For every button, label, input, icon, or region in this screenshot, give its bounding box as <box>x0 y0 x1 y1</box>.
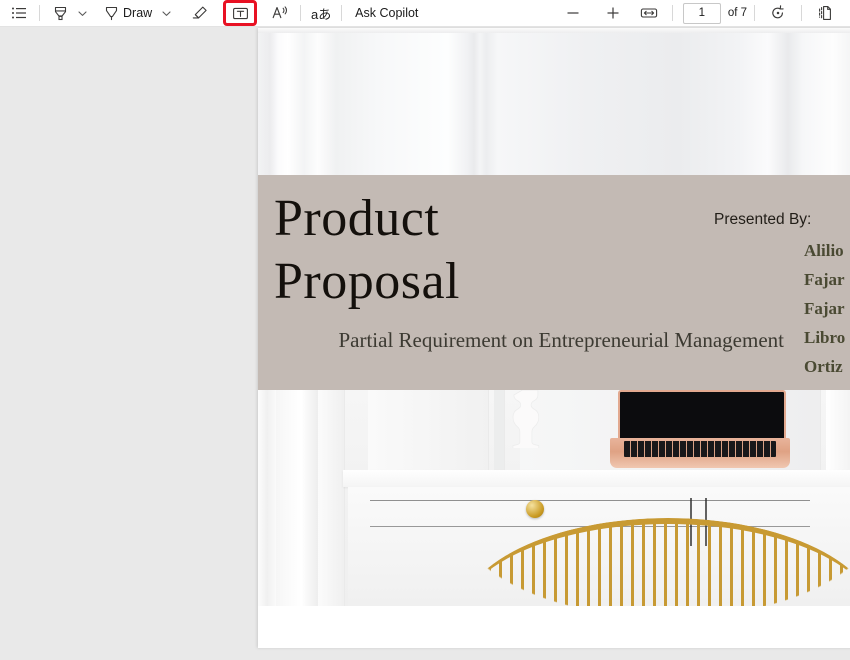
toolbar-separator-5 <box>754 5 755 21</box>
erase-button[interactable] <box>187 1 213 25</box>
toolbar-separator-4 <box>671 5 673 21</box>
slide-top-photo <box>258 28 850 175</box>
text-box-icon <box>232 5 249 22</box>
page-blank-area <box>258 606 850 648</box>
page-total-label: of 7 <box>727 7 747 19</box>
plus-icon <box>605 5 621 21</box>
chevron-down-icon <box>161 8 172 19</box>
chevron-down-icon <box>77 8 88 19</box>
draw-button[interactable]: Draw <box>101 1 157 25</box>
draw-label: Draw <box>123 6 153 20</box>
slide-subtitle: Partial Requirement on Entrepreneurial M… <box>338 328 784 352</box>
table-of-contents-button[interactable] <box>6 1 32 25</box>
slide-title: Product Proposal <box>274 190 460 311</box>
read-aloud-icon <box>271 4 289 22</box>
laptop-keyboard <box>624 441 776 457</box>
drawer-knob <box>526 500 544 518</box>
minus-icon <box>565 5 581 21</box>
document-viewer[interactable]: Product Proposal Partial Requirement on … <box>0 27 850 660</box>
highlighter-icon <box>52 5 69 22</box>
toolbar-separator-2 <box>300 5 302 21</box>
chair-back-ring <box>458 518 850 606</box>
slide-title-band: Product Proposal Partial Requirement on … <box>258 175 850 390</box>
pdf-toolbar: Draw aあ Ask Copilot 1 of 7 <box>0 0 850 27</box>
list-icon <box>11 5 27 21</box>
draw-options-button[interactable] <box>157 1 175 25</box>
rotate-button[interactable] <box>765 1 791 25</box>
presenter-list: Alilio Fajar Fajar Libro Ortiz <box>804 241 846 376</box>
zoom-out-button[interactable] <box>560 1 586 25</box>
ask-copilot-label: Ask Copilot <box>355 6 419 20</box>
laptop-screen <box>618 390 786 440</box>
laptop <box>610 390 790 470</box>
toolbar-separator-1 <box>39 5 40 21</box>
translate-icon: aあ <box>311 6 332 22</box>
ask-copilot-button[interactable]: Ask Copilot <box>352 1 421 25</box>
pen-icon <box>103 5 120 22</box>
zoom-in-button[interactable] <box>600 1 626 25</box>
eraser-icon <box>191 4 209 22</box>
highlighter-options-button[interactable] <box>73 1 91 25</box>
slide-bottom-photo <box>258 390 850 606</box>
highlighter-button[interactable] <box>47 1 73 25</box>
presented-by-label: Presented By: <box>714 211 812 228</box>
wall-panel <box>276 390 319 606</box>
drawer-edge-top <box>370 500 810 501</box>
document-page-1[interactable]: Product Proposal Partial Requirement on … <box>258 28 850 648</box>
page-view-icon <box>816 4 834 22</box>
wall-panel <box>368 390 489 470</box>
vase-decoration <box>508 390 548 448</box>
wall-panel <box>318 390 345 606</box>
rotate-icon <box>769 4 787 22</box>
wall-panel <box>494 390 505 470</box>
gold-wire-chair <box>458 518 850 606</box>
toolbar-separator-6 <box>801 5 802 21</box>
page-view-button[interactable] <box>812 1 838 25</box>
add-text-button[interactable] <box>223 0 258 26</box>
toolbar-separator-3 <box>341 5 343 21</box>
wall-panel <box>258 390 277 606</box>
page-number-input[interactable] <box>682 2 721 24</box>
read-aloud-button[interactable] <box>267 1 293 25</box>
fit-to-width-icon <box>640 4 658 22</box>
desk-surface <box>343 470 850 487</box>
translate-button[interactable]: aあ <box>308 1 334 25</box>
fit-to-width-button[interactable] <box>636 1 662 25</box>
